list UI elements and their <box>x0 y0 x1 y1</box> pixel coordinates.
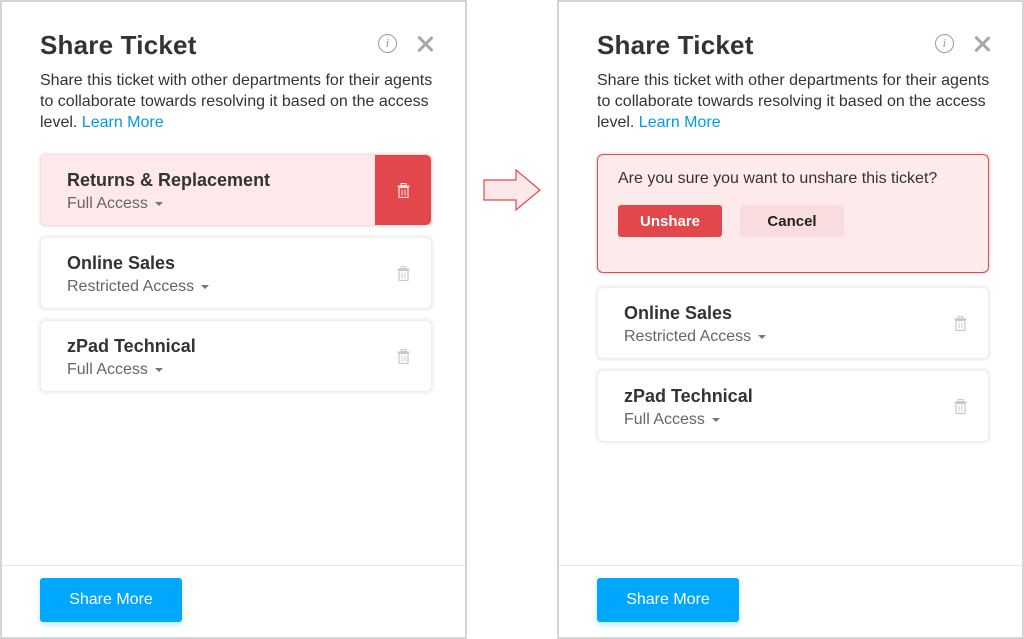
share-ticket-panel-after: Share Ticket i Share this ticket with ot… <box>557 0 1024 639</box>
trash-icon <box>954 315 966 331</box>
trash-icon <box>397 348 409 364</box>
header-icons: i <box>935 34 990 53</box>
department-list: Are you sure you want to unshare this ti… <box>597 154 989 453</box>
learn-more-link[interactable]: Learn More <box>639 114 721 131</box>
panel-header: Share Ticket i Share this ticket with ot… <box>40 28 445 133</box>
header-icons: i <box>378 34 433 53</box>
unshare-confirmation: Are you sure you want to unshare this ti… <box>597 154 989 273</box>
learn-more-link[interactable]: Learn More <box>82 114 164 131</box>
panel-footer: Share More <box>2 565 465 637</box>
trash-icon <box>954 398 966 414</box>
access-level-dropdown[interactable]: Full Access <box>67 361 163 379</box>
share-more-button[interactable]: Share More <box>597 578 739 622</box>
unshare-button[interactable]: Unshare <box>618 205 722 237</box>
trash-icon <box>397 182 409 198</box>
department-name: Returns & Replacement <box>67 170 271 190</box>
department-card: zPad Technical Full Access <box>40 320 432 392</box>
info-icon[interactable]: i <box>378 34 397 53</box>
department-card: Returns & Replacement Full Access <box>40 154 432 226</box>
department-card: Online Sales Restricted Access <box>597 287 989 359</box>
access-level-label: Full Access <box>67 361 148 378</box>
trash-icon <box>397 265 409 281</box>
department-name: Online Sales <box>624 303 733 323</box>
panel-footer: Share More <box>559 565 1022 637</box>
department-list: Returns & Replacement Full Access Online… <box>40 154 432 403</box>
access-level-dropdown[interactable]: Full Access <box>67 195 163 213</box>
access-level-dropdown[interactable]: Restricted Access <box>624 328 767 346</box>
department-name: zPad Technical <box>67 336 196 356</box>
caret-down-icon <box>758 334 767 339</box>
delete-button[interactable] <box>375 321 431 391</box>
stage: Share Ticket i Share this ticket with ot… <box>0 0 1024 639</box>
caret-down-icon <box>154 201 163 206</box>
department-name: Online Sales <box>67 253 176 273</box>
panel-description: Share this ticket with other departments… <box>597 70 997 133</box>
department-card: Online Sales Restricted Access <box>40 237 432 309</box>
delete-button[interactable] <box>375 155 431 225</box>
caret-down-icon <box>711 417 720 422</box>
access-level-label: Restricted Access <box>67 278 195 295</box>
info-icon[interactable]: i <box>935 34 954 53</box>
panel-header: Share Ticket i Share this ticket with ot… <box>597 28 1002 133</box>
confirmation-question: Are you sure you want to unshare this ti… <box>618 170 938 187</box>
department-name: zPad Technical <box>624 386 753 406</box>
access-level-label: Full Access <box>67 195 148 212</box>
confirmation-actions: Unshare Cancel <box>618 205 844 237</box>
access-level-label: Restricted Access <box>624 328 752 345</box>
access-level-dropdown[interactable]: Restricted Access <box>67 278 210 296</box>
delete-button[interactable] <box>375 238 431 308</box>
cancel-button[interactable]: Cancel <box>740 205 844 237</box>
share-ticket-panel-before: Share Ticket i Share this ticket with ot… <box>0 0 467 639</box>
department-card: zPad Technical Full Access <box>597 370 989 442</box>
delete-button[interactable] <box>932 288 988 358</box>
caret-down-icon <box>201 284 210 289</box>
access-level-label: Full Access <box>624 411 705 428</box>
arrow-right-icon <box>483 168 541 212</box>
caret-down-icon <box>154 367 163 372</box>
access-level-dropdown[interactable]: Full Access <box>624 411 720 429</box>
close-icon[interactable] <box>974 36 990 52</box>
panel-description: Share this ticket with other departments… <box>40 70 440 133</box>
share-more-button[interactable]: Share More <box>40 578 182 622</box>
close-icon[interactable] <box>417 36 433 52</box>
delete-button[interactable] <box>932 371 988 441</box>
